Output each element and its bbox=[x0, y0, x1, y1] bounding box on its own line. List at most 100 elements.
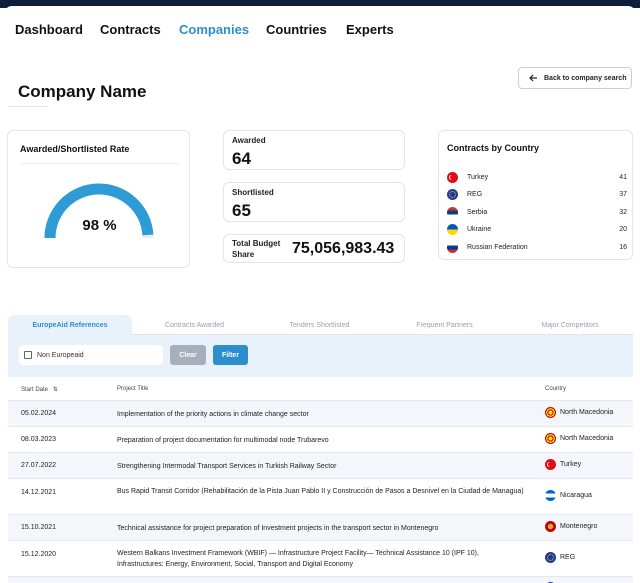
table-header: Start Date ⇅ Project Title Country bbox=[8, 377, 633, 401]
shortlisted-value: 65 bbox=[232, 201, 251, 220]
row-country-name: North Macedonia bbox=[560, 409, 614, 416]
country-card-title: Contracts by Country bbox=[447, 143, 540, 153]
table-row[interactable]: 15.10.2021 Technical assistance for proj… bbox=[8, 515, 633, 541]
row-country-name: Nicaragua bbox=[560, 492, 592, 499]
nav-countries[interactable]: Countries bbox=[266, 22, 327, 37]
budget-card: Total Budget Share 75,056,983.43 bbox=[223, 234, 405, 263]
checkbox-label: Non Europeaid bbox=[37, 351, 84, 359]
north-macedonia-flag-icon bbox=[545, 433, 556, 444]
ukraine-flag-icon bbox=[447, 223, 458, 235]
country-count: 20 bbox=[619, 225, 627, 233]
row-country: North Macedonia bbox=[545, 433, 613, 444]
header-start-date[interactable]: Start Date ⇅ bbox=[21, 386, 58, 393]
country-name: Russian Federation bbox=[467, 243, 528, 251]
row-country-name: Turkey bbox=[560, 461, 582, 468]
row-date: 14.12.2021 bbox=[21, 489, 57, 496]
tab-europeaid-references[interactable]: EuropeAid References bbox=[8, 315, 132, 335]
header-start-date-label: Start Date bbox=[21, 387, 49, 393]
tab-tenders-shortlisted[interactable]: Tenders Shortlisted bbox=[257, 315, 382, 335]
row-country-name: North Macedonia bbox=[560, 435, 614, 442]
table-row[interactable] bbox=[8, 577, 633, 583]
header-project-title: Project Title bbox=[117, 386, 149, 392]
table-row[interactable]: 05.02.2024 Implementation of the priorit… bbox=[8, 401, 633, 427]
montenegro-flag-icon bbox=[545, 521, 556, 532]
country-row: REG 37 bbox=[447, 188, 627, 200]
nav-dashboard[interactable]: Dashboard bbox=[15, 22, 83, 37]
row-title: Bus Rapid Transit Corridor (Rehabilitaci… bbox=[117, 488, 524, 495]
awarded-card: Awarded 64 bbox=[223, 130, 405, 170]
row-date: 15.10.2021 bbox=[21, 524, 57, 531]
row-title: Strengthening Intermodal Transport Servi… bbox=[117, 463, 337, 470]
turkey-flag-icon bbox=[447, 171, 458, 183]
row-country: Montenegro bbox=[545, 521, 597, 532]
turkey-flag-icon bbox=[545, 459, 556, 470]
filter-button[interactable]: Filter bbox=[213, 345, 248, 365]
row-country: REG bbox=[545, 552, 575, 563]
country-count: 32 bbox=[619, 208, 627, 216]
country-name: REG bbox=[467, 190, 483, 198]
row-country: Turkey bbox=[545, 459, 581, 470]
russia-flag-icon bbox=[447, 241, 458, 253]
country-name: Ukraine bbox=[467, 225, 492, 233]
row-country-name: REG bbox=[560, 554, 576, 561]
arrow-left-icon bbox=[529, 74, 537, 82]
tab-major-competitors[interactable]: Major Competitors bbox=[507, 315, 633, 335]
row-date: 05.02.2024 bbox=[21, 410, 57, 417]
back-button-label: Back to company search bbox=[544, 74, 627, 82]
clear-button[interactable]: Clear bbox=[170, 345, 206, 365]
nicaragua-flag-icon bbox=[545, 490, 556, 501]
awarded-label: Awarded bbox=[232, 136, 266, 145]
country-count: 16 bbox=[619, 243, 627, 251]
table-row[interactable]: 14.12.2021 Bus Rapid Transit Corridor (R… bbox=[8, 479, 633, 515]
references-tabs: EuropeAid References Contracts Awarded T… bbox=[8, 315, 633, 335]
country-count: 37 bbox=[619, 190, 627, 198]
north-macedonia-flag-icon bbox=[545, 407, 556, 418]
row-country: Nicaragua bbox=[545, 490, 592, 501]
eu-flag-icon bbox=[545, 552, 556, 563]
nav-contracts[interactable]: Contracts bbox=[100, 22, 161, 37]
shortlisted-label: Shortlisted bbox=[232, 188, 274, 197]
eu-flag-icon bbox=[447, 188, 458, 200]
row-date: 15.12.2020 bbox=[21, 551, 57, 558]
rate-gauge bbox=[44, 183, 154, 239]
main-nav: Dashboard Contracts Companies Countries … bbox=[4, 6, 636, 44]
non-europeaid-checkbox[interactable]: Non Europeaid bbox=[19, 345, 163, 365]
budget-label-line2: Share bbox=[232, 250, 255, 259]
country-name: Turkey bbox=[467, 173, 489, 181]
table-row[interactable]: 27.07.2022 Strengthening Intermodal Tran… bbox=[8, 453, 633, 479]
country-name: Serbia bbox=[467, 208, 488, 216]
references-table: Start Date ⇅ Project Title Country 05.02… bbox=[8, 377, 633, 583]
budget-value: 75,056,983.43 bbox=[292, 240, 395, 257]
checkbox-box[interactable] bbox=[24, 351, 32, 359]
country-row: Ukraine 20 bbox=[447, 223, 627, 235]
nav-experts[interactable]: Experts bbox=[346, 22, 394, 37]
tab-contracts-awarded[interactable]: Contracts Awarded bbox=[132, 315, 257, 335]
title-divider bbox=[8, 106, 48, 107]
table-row[interactable]: 15.12.2020 Western Balkans Investment Fr… bbox=[8, 541, 633, 577]
filter-bar: Non Europeaid Clear Filter bbox=[8, 335, 633, 377]
budget-label-line1: Total Budget bbox=[232, 239, 281, 248]
country-row: Turkey 41 bbox=[447, 171, 627, 183]
row-country: North Macedonia bbox=[545, 407, 613, 418]
awarded-value: 64 bbox=[232, 149, 251, 168]
row-title: Preparation of project documentation for… bbox=[117, 437, 329, 444]
sort-icon[interactable]: ⇅ bbox=[53, 387, 58, 393]
page-title: Company Name bbox=[18, 82, 147, 101]
row-date: 27.07.2022 bbox=[21, 462, 57, 469]
row-title: Implementation of the priority actions i… bbox=[117, 411, 309, 418]
shortlisted-card: Shortlisted 65 bbox=[223, 182, 405, 222]
table-row[interactable]: 08.03.2023 Preparation of project docume… bbox=[8, 427, 633, 453]
country-row: Serbia 32 bbox=[447, 206, 627, 218]
nav-companies[interactable]: Companies bbox=[179, 22, 249, 37]
serbia-flag-icon bbox=[447, 206, 458, 218]
back-to-search-button[interactable]: Back to company search bbox=[518, 67, 632, 89]
country-count: 41 bbox=[619, 173, 627, 181]
row-title: Technical assistance for project prepara… bbox=[117, 525, 439, 532]
row-title: Western Balkans Investment Framework (WB… bbox=[117, 550, 479, 568]
row-date: 08.03.2023 bbox=[21, 436, 57, 443]
rate-value: 98 % bbox=[82, 217, 117, 234]
contracts-by-country-card: Contracts by Country Turkey 41 REG 37 Se… bbox=[438, 130, 633, 260]
tab-frequent-partners[interactable]: Frequent Partners bbox=[382, 315, 507, 335]
row-country-name: Montenegro bbox=[560, 523, 598, 530]
rate-card: Awarded/Shortlisted Rate 98 % bbox=[7, 130, 190, 268]
